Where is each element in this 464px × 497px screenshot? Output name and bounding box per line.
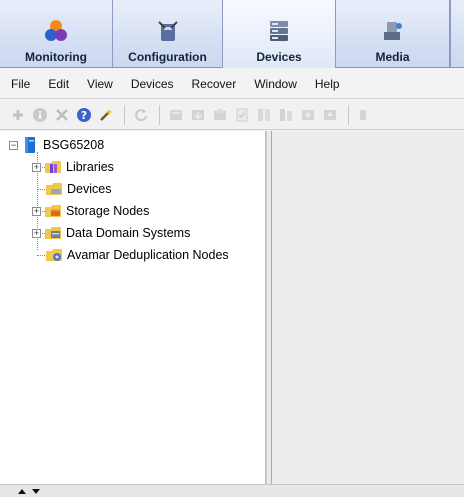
reset-icon[interactable] [276, 105, 296, 125]
tree-root-node[interactable]: − BSG65208 [0, 134, 265, 156]
tab-devices[interactable]: Devices [223, 0, 336, 68]
tree-item-libraries[interactable]: + Libraries [0, 156, 265, 178]
refresh-icon[interactable] [131, 105, 151, 125]
avamar-icon [45, 246, 63, 264]
tree-item-storage-nodes[interactable]: + Storage Nodes [0, 200, 265, 222]
toolbar-separator [124, 104, 125, 125]
wizard-icon[interactable] [96, 105, 116, 125]
info-icon[interactable] [30, 105, 50, 125]
svg-text:?: ? [81, 109, 87, 122]
label-icon[interactable] [232, 105, 252, 125]
tree-item-avamar-deduplication-nodes[interactable]: Avamar Deduplication Nodes [0, 244, 265, 266]
tree-item-label: Storage Nodes [66, 204, 150, 218]
collapse-toggle[interactable]: − [9, 140, 18, 150]
tree-item-label: Devices [67, 182, 112, 196]
monitoring-icon [45, 20, 67, 41]
help-icon[interactable]: ? [74, 105, 94, 125]
tree-item-label: Libraries [66, 160, 114, 174]
device-tree: − BSG65208 + Libraries Devices + Storage… [0, 131, 265, 266]
collapse-up-icon[interactable] [18, 488, 26, 494]
mount-icon[interactable] [188, 105, 208, 125]
configuration-icon [157, 21, 178, 41]
toolbar-separator [159, 104, 160, 125]
devices-folder-icon [45, 180, 63, 198]
server-icon [21, 136, 39, 154]
tree-root-label: BSG65208 [43, 138, 105, 152]
expand-toggle[interactable]: + [32, 162, 41, 172]
tab-devices-label: Devices [256, 50, 302, 64]
tree-item-label: Data Domain Systems [66, 226, 191, 240]
tab-configuration-label: Configuration [128, 50, 207, 64]
menu-file[interactable]: File [0, 77, 39, 91]
more-icon[interactable] [355, 105, 375, 125]
library-op-icon[interactable] [166, 105, 186, 125]
tab-media[interactable]: Media [336, 0, 450, 68]
tree-item-data-domain-systems[interactable]: + Data Domain Systems [0, 222, 265, 244]
top-navigation: Monitoring Configuration Devices Media [0, 0, 464, 68]
toolbar-separator [348, 104, 349, 125]
inventory-icon[interactable] [254, 105, 274, 125]
menu-recover[interactable]: Recover [183, 77, 246, 91]
tree-item-label: Avamar Deduplication Nodes [67, 248, 229, 262]
tab-monitoring[interactable]: Monitoring [0, 0, 113, 68]
menu-help[interactable]: Help [306, 77, 349, 91]
nav-filler [450, 0, 464, 68]
menu-window[interactable]: Window [245, 77, 306, 91]
menu-devices[interactable]: Devices [122, 77, 183, 91]
menu-bar: File Edit View Devices Recover Window He… [0, 69, 464, 99]
status-bar [0, 484, 464, 497]
libraries-icon [44, 158, 62, 176]
unmount-icon[interactable] [210, 105, 230, 125]
media-icon [383, 22, 402, 40]
tree-item-devices[interactable]: Devices [0, 178, 265, 200]
menu-view[interactable]: View [78, 77, 122, 91]
expand-toggle[interactable]: + [32, 206, 41, 216]
tab-configuration[interactable]: Configuration [113, 0, 223, 68]
eject-icon[interactable] [320, 105, 340, 125]
details-panel [272, 131, 464, 484]
data-domain-icon [44, 224, 62, 242]
navigation-tree-panel: − BSG65208 + Libraries Devices + Storage… [0, 131, 266, 484]
expand-toggle[interactable]: + [32, 228, 41, 238]
storage-nodes-icon [44, 202, 62, 220]
tab-media-label: Media [375, 50, 410, 64]
tab-monitoring-label: Monitoring [25, 50, 87, 64]
slot-icon[interactable] [298, 105, 318, 125]
menu-edit[interactable]: Edit [39, 77, 78, 91]
devices-icon [270, 21, 288, 41]
collapse-down-icon[interactable] [32, 488, 40, 494]
add-icon[interactable] [8, 105, 28, 125]
delete-icon[interactable] [52, 105, 72, 125]
toolbar: ? [0, 100, 464, 130]
